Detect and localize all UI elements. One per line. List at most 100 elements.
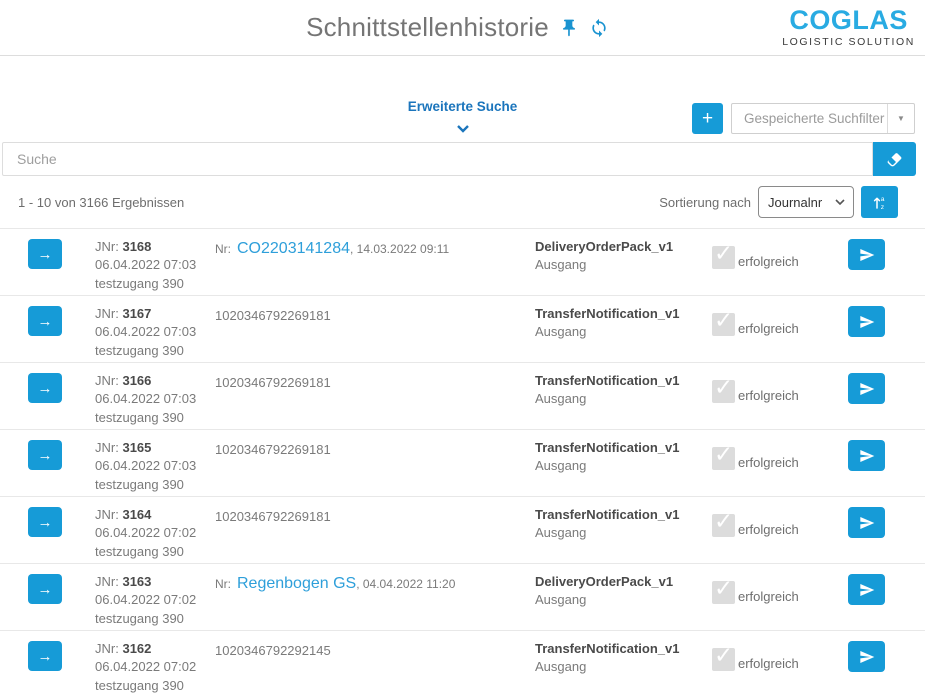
jnr-label: JNr: (95, 507, 119, 522)
journal-cell: JNr: 3167 06.04.2022 07:03 testzugang 39… (95, 306, 215, 359)
open-cell (28, 507, 95, 537)
jnr-label: JNr: (95, 239, 119, 254)
table-row: JNr: 3168 06.04.2022 07:03 testzugang 39… (0, 228, 925, 295)
row-user: testzugang 390 (95, 409, 215, 426)
clear-search-button[interactable] (873, 142, 916, 176)
refresh-icon[interactable] (589, 18, 609, 38)
jnr-label: JNr: (95, 306, 119, 321)
saved-filters-placeholder: Gespeicherte Suchfilter (732, 111, 887, 126)
row-datetime: 06.04.2022 07:03 (95, 390, 215, 407)
arrow-right-icon (38, 380, 53, 397)
message-direction: Ausgang (535, 257, 712, 272)
reference-cell: 1020346792269181 (215, 440, 535, 459)
success-checkbox (712, 246, 735, 269)
advanced-search-link[interactable]: Erweiterte Suche (408, 99, 518, 114)
table-row: JNr: 3165 06.04.2022 07:03 testzugang 39… (0, 429, 925, 496)
row-datetime: 06.04.2022 07:03 (95, 256, 215, 273)
row-datetime: 06.04.2022 07:02 (95, 524, 215, 541)
status-cell: erfolgreich (712, 514, 848, 537)
open-cell (28, 239, 95, 269)
saved-filters-select[interactable]: Gespeicherte Suchfilter ▼ (731, 103, 915, 134)
journal-number: 3168 (122, 239, 151, 254)
paper-plane-icon (859, 314, 875, 330)
reference-number: 1020346792269181 (215, 375, 331, 390)
status-cell: erfolgreich (712, 313, 848, 336)
jnr-label: JNr: (95, 440, 119, 455)
journal-cell: JNr: 3166 06.04.2022 07:03 testzugang 39… (95, 373, 215, 426)
send-cell (848, 440, 885, 471)
dropdown-caret-icon: ▼ (887, 104, 914, 133)
open-row-button[interactable] (28, 440, 62, 470)
logo-subtext: LOGISTIC SOLUTION (782, 36, 915, 48)
message-type-cell: TransferNotification_v1 Ausgang (535, 373, 712, 406)
row-user: testzugang 390 (95, 342, 215, 359)
success-checkbox (712, 447, 735, 470)
send-cell (848, 373, 885, 404)
row-datetime: 06.04.2022 07:03 (95, 457, 215, 474)
success-checkbox (712, 313, 735, 336)
resend-button[interactable] (848, 373, 885, 404)
journal-cell: JNr: 3168 06.04.2022 07:03 testzugang 39… (95, 239, 215, 292)
status-cell: erfolgreich (712, 648, 848, 671)
row-datetime: 06.04.2022 07:03 (95, 323, 215, 340)
page-title: Schnittstellenhistorie (306, 12, 549, 43)
message-direction: Ausgang (535, 659, 712, 674)
open-row-button[interactable] (28, 507, 62, 537)
message-type-cell: TransferNotification_v1 Ausgang (535, 306, 712, 339)
send-cell (848, 507, 885, 538)
resend-button[interactable] (848, 641, 885, 672)
journal-cell: JNr: 3162 06.04.2022 07:02 testzugang 39… (95, 641, 215, 694)
open-row-button[interactable] (28, 373, 62, 403)
status-label: erfolgreich (738, 455, 799, 470)
status-cell: erfolgreich (712, 380, 848, 403)
sort-direction-button[interactable]: a z (861, 186, 898, 218)
reference-number: 1020346792269181 (215, 442, 331, 457)
open-cell (28, 440, 95, 470)
resend-button[interactable] (848, 306, 885, 337)
reference-cell: 1020346792269181 (215, 306, 535, 325)
open-cell (28, 373, 95, 403)
open-row-button[interactable] (28, 641, 62, 671)
sort-label: Sortierung nach (659, 195, 751, 210)
table-body: JNr: 3168 06.04.2022 07:03 testzugang 39… (0, 228, 925, 697)
logo-text: COGLAS (789, 7, 908, 34)
pushpin-icon[interactable] (559, 18, 579, 38)
row-datetime: 06.04.2022 07:02 (95, 591, 215, 608)
eraser-icon (886, 151, 903, 168)
reference-link[interactable]: Regenbogen GS (237, 575, 356, 592)
open-row-button[interactable] (28, 306, 62, 336)
reference-cell: 1020346792269181 (215, 373, 535, 392)
journal-number: 3164 (122, 507, 151, 522)
journal-cell: JNr: 3164 06.04.2022 07:02 testzugang 39… (95, 507, 215, 560)
reference-prefix: Nr: (215, 242, 231, 256)
table-row: JNr: 3163 06.04.2022 07:02 testzugang 39… (0, 563, 925, 630)
search-bar (2, 142, 916, 176)
arrow-right-icon (38, 447, 53, 464)
message-type-cell: TransferNotification_v1 Ausgang (535, 440, 712, 473)
reference-number: 1020346792292145 (215, 643, 331, 658)
message-type: DeliveryOrderPack_v1 (535, 574, 712, 589)
row-user: testzugang 390 (95, 677, 215, 694)
resend-button[interactable] (848, 574, 885, 605)
message-type-cell: DeliveryOrderPack_v1 Ausgang (535, 239, 712, 272)
row-user: testzugang 390 (95, 610, 215, 627)
sort-select[interactable]: Journalnr (758, 186, 854, 218)
reference-cell: 1020346792292145 (215, 641, 535, 660)
resend-button[interactable] (848, 440, 885, 471)
status-cell: erfolgreich (712, 246, 848, 269)
svg-text:a: a (880, 196, 884, 203)
message-type-cell: TransferNotification_v1 Ausgang (535, 507, 712, 540)
add-filter-button[interactable]: + (692, 103, 723, 134)
open-row-button[interactable] (28, 574, 62, 604)
open-row-button[interactable] (28, 239, 62, 269)
open-cell (28, 641, 95, 671)
resend-button[interactable] (848, 239, 885, 270)
coglas-logo: COGLAS LOGISTIC SOLUTION (782, 7, 915, 48)
success-checkbox (712, 380, 735, 403)
status-cell: erfolgreich (712, 447, 848, 470)
reference-link[interactable]: CO2203141284 (237, 240, 350, 257)
resend-button[interactable] (848, 507, 885, 538)
search-input[interactable] (2, 142, 873, 176)
app-header: Schnittstellenhistorie COGLAS LOGISTIC S… (0, 0, 925, 56)
row-user: testzugang 390 (95, 275, 215, 292)
